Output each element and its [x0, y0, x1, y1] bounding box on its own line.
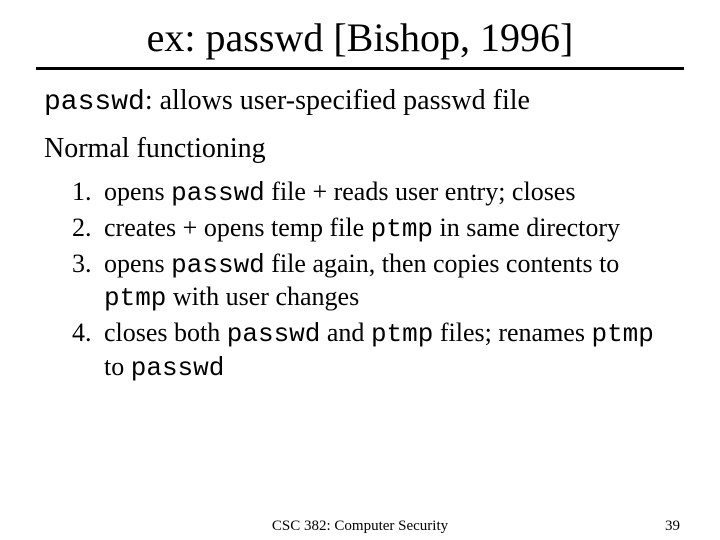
ptmp-code: ptmp [371, 214, 433, 244]
intro-text: : allows user-specified passwd file [145, 85, 530, 116]
slide: ex: passwd [Bishop, 1996] passwd: allows… [0, 0, 720, 540]
steps-list: opens passwd file + reads user entry; cl… [98, 176, 676, 384]
ptmp-code: ptmp [371, 319, 433, 349]
ptmp-code: ptmp [591, 319, 653, 349]
passwd-code: passwd [171, 250, 265, 280]
intro-line: passwd: allows user-specified passwd fil… [44, 84, 676, 120]
title-rule [36, 67, 684, 70]
text: with user changes [166, 282, 359, 311]
text: and [320, 318, 371, 347]
text: to [104, 352, 131, 381]
text: creates + opens temp file [104, 213, 371, 242]
footer-course: CSC 382: Computer Security [0, 518, 720, 535]
text: file again, then copies contents to [265, 249, 620, 278]
passwd-code: passwd [44, 87, 145, 118]
subheading: Normal functioning [44, 132, 676, 166]
passwd-code: passwd [131, 353, 225, 383]
list-item: opens passwd file + reads user entry; cl… [98, 176, 676, 210]
ptmp-code: ptmp [104, 283, 166, 313]
text: opens [104, 249, 171, 278]
slide-body: passwd: allows user-specified passwd fil… [0, 84, 720, 385]
list-item: creates + opens temp file ptmp in same d… [98, 212, 676, 246]
text: in same directory [433, 213, 620, 242]
slide-title: ex: passwd [Bishop, 1996] [0, 0, 720, 67]
page-number: 39 [665, 518, 680, 535]
list-item: closes both passwd and ptmp files; renam… [98, 317, 676, 384]
passwd-code: passwd [227, 319, 321, 349]
text: opens [104, 177, 171, 206]
list-item: opens passwd file again, then copies con… [98, 248, 676, 315]
passwd-code: passwd [171, 178, 265, 208]
text: files; renames [433, 318, 591, 347]
text: closes both [104, 318, 227, 347]
text: file + reads user entry; closes [265, 177, 576, 206]
